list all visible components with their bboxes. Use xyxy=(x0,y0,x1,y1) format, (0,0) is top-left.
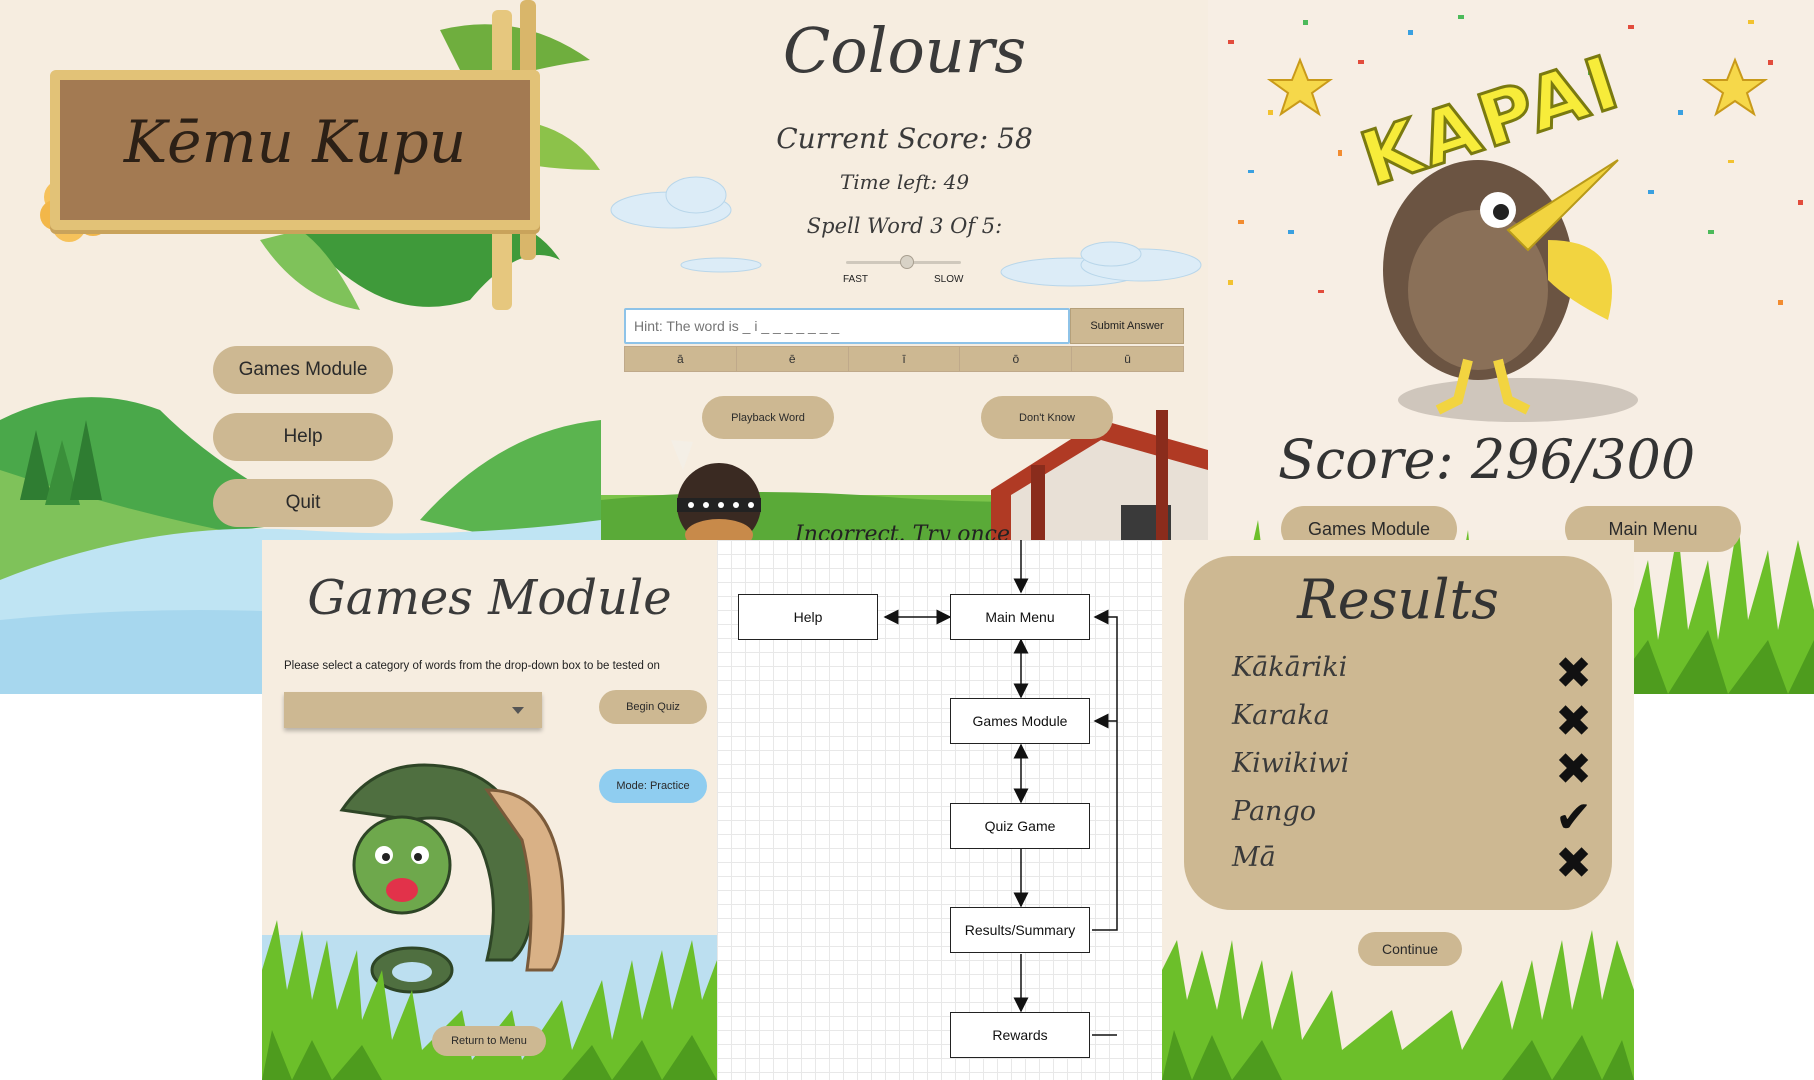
result-row: Kiwikiwi ✖ xyxy=(1232,744,1592,795)
results-title: Results xyxy=(1297,568,1499,631)
flow-node-games-module: Games Module xyxy=(950,698,1090,744)
speed-slider[interactable] xyxy=(846,255,961,269)
mode-practice-button[interactable]: Mode: Practice xyxy=(599,769,707,803)
word-progress: Spell Word 3 Of 5: xyxy=(806,214,1003,238)
playback-word-button[interactable]: Playback Word xyxy=(702,396,834,439)
result-word: Pango xyxy=(1232,796,1316,827)
continue-button[interactable]: Continue xyxy=(1358,932,1462,966)
return-to-menu-button[interactable]: Return to Menu xyxy=(432,1026,546,1056)
result-row: Pango ✔ xyxy=(1232,792,1592,843)
result-row: Mā ✖ xyxy=(1232,838,1592,889)
games-module-button[interactable]: Games Module xyxy=(213,346,393,394)
macron-o-key[interactable]: ō xyxy=(960,347,1073,371)
macron-u-key[interactable]: ū xyxy=(1072,347,1183,371)
macron-a-key[interactable]: ā xyxy=(625,347,737,371)
slider-thumb[interactable] xyxy=(900,255,914,269)
incorrect-icon: ✖ xyxy=(1555,744,1592,795)
answer-input[interactable] xyxy=(624,308,1070,344)
chevron-down-icon xyxy=(512,707,524,714)
games-module-title: Games Module xyxy=(307,570,672,626)
quiz-screen: Colours Current Score: 58 Time left: 49 … xyxy=(601,0,1208,540)
flow-node-rewards: Rewards xyxy=(950,1012,1090,1058)
category-instructions: Please select a category of words from t… xyxy=(284,660,660,672)
results-card: Results Kākāriki ✖ Karaka ✖ Kiwikiwi ✖ P… xyxy=(1184,556,1612,910)
game-title: Kēmu Kupu xyxy=(123,108,467,176)
dont-know-button[interactable]: Don't Know xyxy=(981,396,1113,439)
macron-keyboard: ā ē ī ō ū xyxy=(624,346,1184,372)
flow-node-results-summary: Results/Summary xyxy=(950,907,1090,953)
results-screen: Results Kākāriki ✖ Karaka ✖ Kiwikiwi ✖ P… xyxy=(1162,540,1634,1080)
category-title: Colours xyxy=(782,14,1027,87)
speed-slow-label: SLOW xyxy=(934,274,964,285)
flow-node-quiz-game: Quiz Game xyxy=(950,803,1090,849)
speed-fast-label: FAST xyxy=(843,274,869,285)
submit-answer-button[interactable]: Submit Answer xyxy=(1070,308,1184,344)
flow-node-help: Help xyxy=(738,594,878,640)
category-dropdown[interactable] xyxy=(284,692,542,728)
correct-icon: ✔ xyxy=(1555,792,1592,843)
flow-node-main-menu: Main Menu xyxy=(950,594,1090,640)
incorrect-icon: ✖ xyxy=(1555,648,1592,699)
result-word: Karaka xyxy=(1232,700,1330,731)
result-row: Karaka ✖ xyxy=(1232,696,1592,747)
result-word: Kiwikiwi xyxy=(1232,748,1350,779)
current-score: Current Score: 58 xyxy=(776,122,1033,155)
result-word: Mā xyxy=(1232,842,1276,873)
navigation-flow-diagram: Help Main Menu Games Module Quiz Game Re… xyxy=(717,540,1162,1080)
result-word: Kākāriki xyxy=(1232,652,1348,683)
result-row: Kākāriki ✖ xyxy=(1232,648,1592,699)
macron-e-key[interactable]: ē xyxy=(737,347,849,371)
games-module-screen: Games Module Please select a category of… xyxy=(262,540,717,1080)
time-left: Time left: 49 xyxy=(839,170,970,194)
quit-button[interactable]: Quit xyxy=(213,479,393,527)
help-button[interactable]: Help xyxy=(213,413,393,461)
macron-i-key[interactable]: ī xyxy=(849,347,961,371)
incorrect-icon: ✖ xyxy=(1555,838,1592,889)
title-sign: Kēmu Kupu xyxy=(50,70,540,230)
feedback-message: Incorrect. Try once xyxy=(795,522,1010,540)
begin-quiz-button[interactable]: Begin Quiz xyxy=(599,690,707,724)
final-score: Score: 296/300 xyxy=(1278,428,1696,491)
incorrect-icon: ✖ xyxy=(1555,696,1592,747)
